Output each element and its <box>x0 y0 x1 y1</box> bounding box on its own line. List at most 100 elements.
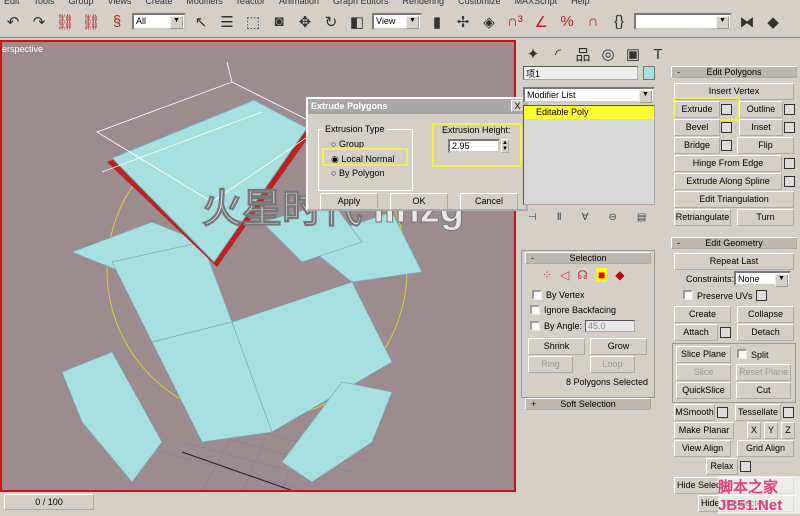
inset-settings-icon[interactable] <box>784 122 795 133</box>
manipulate-icon[interactable]: ✢ <box>452 10 474 34</box>
scale-icon[interactable]: ◧ <box>346 10 368 34</box>
modifier-list-dropdown[interactable]: Modifier List <box>523 87 655 103</box>
by-vertex-checkbox[interactable] <box>532 290 542 300</box>
motion-tab-icon[interactable]: ◎ <box>597 42 619 66</box>
object-color-swatch[interactable] <box>643 66 655 80</box>
vertex-level-icon[interactable]: ⁘ <box>542 268 552 282</box>
outline-settings-icon[interactable] <box>784 104 795 115</box>
make-unique-icon[interactable]: ∀ <box>582 212 589 223</box>
outline-button[interactable]: Outline <box>739 101 783 118</box>
reset-plane-button[interactable]: Reset Plane <box>736 364 791 381</box>
ok-button[interactable]: OK <box>390 193 448 210</box>
cancel-button[interactable]: Cancel <box>460 193 518 210</box>
object-name-input[interactable]: 项1 <box>523 66 638 80</box>
extrude-spline-settings-icon[interactable] <box>784 176 795 187</box>
pivot-icon[interactable]: ▮ <box>426 10 448 34</box>
make-planar-button[interactable]: Make Planar <box>674 422 734 439</box>
hinge-settings-icon[interactable] <box>784 158 795 169</box>
planar-z-button[interactable]: Z <box>781 422 795 439</box>
selection-rollout-header[interactable]: - Selection <box>525 252 651 264</box>
angle-snap-icon[interactable]: ∠ <box>530 10 552 34</box>
select-by-name-icon[interactable]: ☰ <box>216 10 238 34</box>
rect-region-icon[interactable]: ⬚ <box>242 10 264 34</box>
border-level-icon[interactable]: ☊ <box>577 268 588 282</box>
inset-button[interactable]: Inset <box>739 119 783 136</box>
undo-icon[interactable]: ↶ <box>2 10 24 34</box>
attach-settings-icon[interactable] <box>720 327 731 338</box>
hierarchy-tab-icon[interactable]: 品 <box>572 42 594 66</box>
create-button[interactable]: Create <box>674 306 731 323</box>
rotate-icon[interactable]: ↻ <box>320 10 342 34</box>
utilities-tab-icon[interactable]: T <box>647 42 669 66</box>
tessellate-settings-icon[interactable] <box>783 407 794 418</box>
turn-button[interactable]: Turn <box>737 209 794 226</box>
polygon-level-icon[interactable]: ■ <box>595 268 608 282</box>
by-angle-input[interactable]: 45.0 <box>585 320 635 332</box>
align-icon[interactable]: ◆ <box>762 10 784 34</box>
extrude-along-spline-button[interactable]: Extrude Along Spline <box>674 173 782 190</box>
relax-button[interactable]: Relax <box>706 458 738 475</box>
move-icon[interactable]: ✥ <box>294 10 316 34</box>
edit-polygons-rollout-header[interactable]: - Edit Polygons <box>671 66 797 78</box>
viewport-label[interactable]: erspective <box>2 44 43 54</box>
ignore-backfacing-checkbox[interactable] <box>530 305 540 315</box>
grow-button[interactable]: Grow <box>590 338 647 355</box>
element-level-icon[interactable]: ◆ <box>615 268 624 282</box>
apply-button[interactable]: Apply <box>320 193 378 210</box>
edit-named-selection-icon[interactable]: {} <box>608 10 630 34</box>
edit-geometry-rollout-header[interactable]: - Edit Geometry <box>671 237 797 249</box>
percent-snap-icon[interactable]: % <box>556 10 578 34</box>
bevel-settings-icon[interactable] <box>721 122 732 133</box>
show-end-result-icon[interactable]: Ⅱ <box>557 212 562 223</box>
display-tab-icon[interactable]: ▣ <box>622 42 644 66</box>
radio-by-polygon[interactable]: ○ By Polygon <box>331 168 384 178</box>
window-crossing-icon[interactable]: ◙ <box>268 10 290 34</box>
mirror-icon[interactable]: ⧓ <box>736 10 758 34</box>
keyboard-shortcut-icon[interactable]: ◈ <box>478 10 500 34</box>
retriangulate-button[interactable]: Retriangulate <box>674 209 731 226</box>
flip-button[interactable]: Flip <box>737 137 794 154</box>
bridge-settings-icon[interactable] <box>721 140 732 151</box>
msmooth-settings-icon[interactable] <box>717 407 728 418</box>
loop-button[interactable]: Loop <box>590 356 635 373</box>
shrink-button[interactable]: Shrink <box>528 338 585 355</box>
spinner-snap-icon[interactable]: ∩ <box>582 10 604 34</box>
by-angle-checkbox[interactable] <box>530 321 540 331</box>
cut-button[interactable]: Cut <box>736 382 791 399</box>
planar-x-button[interactable]: X <box>747 422 761 439</box>
tessellate-button[interactable]: Tessellate <box>735 404 781 421</box>
unlink-icon[interactable]: ⛓ <box>80 10 102 34</box>
planar-y-button[interactable]: Y <box>764 422 778 439</box>
view-align-button[interactable]: View Align <box>674 440 731 457</box>
bridge-button[interactable]: Bridge <box>674 137 720 154</box>
ref-coord-dropdown[interactable]: View <box>372 13 422 30</box>
edit-triangulation-button[interactable]: Edit Triangulation <box>674 191 794 208</box>
slice-plane-button[interactable]: Slice Plane <box>676 346 731 363</box>
preserve-uvs-checkbox[interactable] <box>683 290 693 300</box>
pin-stack-icon[interactable]: ⊣ <box>528 212 537 223</box>
grid-align-button[interactable]: Grid Align <box>737 440 794 457</box>
remove-modifier-icon[interactable]: ⊖ <box>608 212 616 223</box>
split-checkbox[interactable] <box>737 349 747 359</box>
time-slider[interactable]: 0 / 100 <box>4 494 94 510</box>
msmooth-button[interactable]: MSmooth <box>674 404 715 421</box>
configure-modifier-sets-icon[interactable]: ▤ <box>637 212 646 223</box>
constraints-dropdown[interactable]: None <box>734 271 791 287</box>
detach-button[interactable]: Detach <box>737 324 794 341</box>
soft-selection-rollout-header[interactable]: + Soft Selection <box>525 398 651 410</box>
relax-settings-icon[interactable] <box>740 461 751 472</box>
slice-button[interactable]: Slice <box>676 364 731 381</box>
modify-tab-icon[interactable]: ◜ <box>547 42 569 66</box>
create-tab-icon[interactable]: ✦ <box>522 42 544 66</box>
link-icon[interactable]: ⛓ <box>54 10 76 34</box>
preserve-uvs-settings-icon[interactable] <box>756 290 767 301</box>
redo-icon[interactable]: ↷ <box>28 10 50 34</box>
bind-space-warp-icon[interactable]: § <box>106 10 128 34</box>
select-arrow-icon[interactable]: ↖ <box>190 10 212 34</box>
edge-level-icon[interactable]: ◁ <box>560 268 569 282</box>
stack-item-editable-poly[interactable]: Editable Poly <box>524 106 654 119</box>
attach-button[interactable]: Attach <box>674 324 718 341</box>
collapse-button[interactable]: Collapse <box>737 306 794 323</box>
bevel-button[interactable]: Bevel <box>674 119 720 136</box>
named-selection-dropdown[interactable] <box>634 13 732 30</box>
